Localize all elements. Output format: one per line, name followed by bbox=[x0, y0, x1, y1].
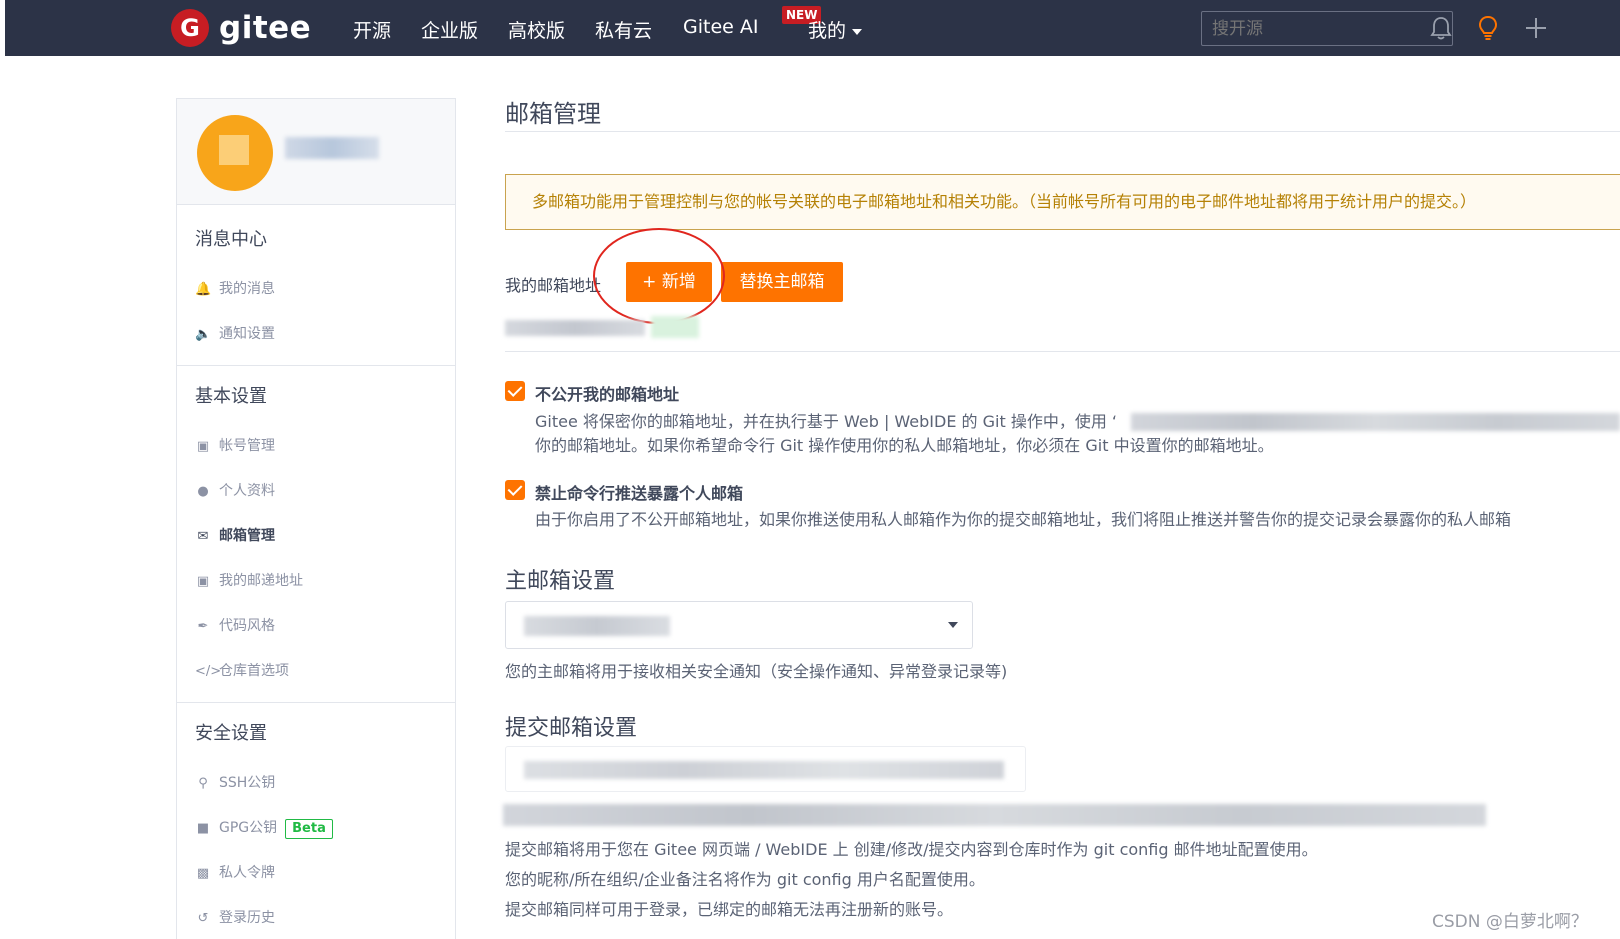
gitee-logo[interactable]: G gitee bbox=[171, 8, 311, 48]
sidebar-item-label: 登录历史 bbox=[219, 910, 275, 926]
sidebar-item-label: GPG公钥 bbox=[219, 820, 278, 836]
sidebar-item-label: 仓库首选项 bbox=[219, 663, 289, 679]
annotation-circle bbox=[593, 228, 725, 324]
sidebar-item-label: 邮箱管理 bbox=[219, 528, 275, 544]
sidebar-item-gpg[interactable]: ■ GPG公钥 Beta bbox=[177, 806, 455, 851]
sidebar-group-security: 安全设置 bbox=[195, 723, 267, 744]
blurred-selected-email bbox=[524, 616, 670, 636]
token-icon: ▩ bbox=[196, 866, 210, 881]
sidebar-item-label: SSH公钥 bbox=[219, 775, 276, 791]
replace-primary-email-button[interactable]: 替换主邮箱 bbox=[721, 262, 843, 302]
main-content: 邮箱管理 多邮箱功能用于管理控制与您的帐号关联的电子邮箱地址和相关功能。（当前帐… bbox=[503, 0, 1620, 939]
sidebar-item-repo-preferences[interactable]: </> 仓库首选项 bbox=[177, 649, 455, 694]
hide-email-checkbox[interactable] bbox=[505, 381, 525, 401]
key-icon: ⚲ bbox=[198, 776, 208, 791]
chevron-down-icon bbox=[948, 622, 958, 628]
block-push-checkbox[interactable] bbox=[505, 480, 525, 500]
sidebar-item-label: 代码风格 bbox=[219, 618, 275, 634]
sidebar-item-email[interactable]: ✉ 邮箱管理 bbox=[177, 514, 455, 559]
commit-email-help-3: 提交邮箱同样可用于登录，已绑定的邮箱无法再注册新的账号。 bbox=[505, 900, 954, 919]
code-icon: </> bbox=[195, 664, 222, 679]
beta-badge: Beta bbox=[285, 818, 333, 839]
id-card-icon: ▣ bbox=[196, 439, 210, 454]
primary-email-help: 您的主邮箱将用于接收相关安全通知（安全操作通知、异常登录记录等) bbox=[505, 662, 1008, 681]
block-push-desc: 由于你启用了不公开邮箱地址，如果你推送使用私人邮箱作为你的提交邮箱地址，我们将阻… bbox=[535, 510, 1512, 529]
commit-email-title: 提交邮箱设置 bbox=[505, 716, 638, 741]
blurred-email-address bbox=[505, 320, 645, 336]
title-divider bbox=[505, 131, 1620, 132]
hide-email-desc-line1: Gitee 将保密你的邮箱地址，并在执行基于 Web | WebIDE 的 Gi… bbox=[535, 412, 1118, 431]
gitee-logo-icon: G bbox=[171, 9, 209, 47]
csdn-watermark: CSDN @白萝北啊？ bbox=[1432, 912, 1588, 932]
sidebar-item-label: 我的邮递地址 bbox=[219, 573, 303, 589]
sidebar-item-profile[interactable]: ● 个人资料 bbox=[177, 469, 455, 514]
primary-email-select[interactable] bbox=[505, 601, 973, 649]
sidebar-item-token[interactable]: ▩ 私人令牌 bbox=[177, 851, 455, 896]
brush-icon: ✒ bbox=[197, 619, 209, 634]
commit-email-select[interactable] bbox=[505, 746, 1026, 792]
sidebar-item-ssh[interactable]: ⚲ SSH公钥 bbox=[177, 761, 455, 806]
sidebar-item-account[interactable]: ▣ 帐号管理 bbox=[177, 424, 455, 469]
avatar[interactable] bbox=[197, 115, 273, 191]
sidebar-divider bbox=[177, 365, 455, 366]
user-icon: ● bbox=[197, 484, 209, 499]
block-push-title: 禁止命令行推送暴露个人邮箱 bbox=[535, 484, 744, 503]
envelope-icon: ✉ bbox=[197, 529, 209, 544]
address-card-icon: ▣ bbox=[196, 574, 210, 589]
blurred-noreply-email bbox=[1131, 413, 1620, 431]
my-email-label: 我的邮箱地址 bbox=[505, 276, 602, 295]
sidebar-item-notification-settings[interactable]: 🔈 通知设置 bbox=[177, 312, 455, 357]
primary-email-title: 主邮箱设置 bbox=[505, 569, 616, 594]
settings-sidebar: 消息中心 🔔 我的消息 🔈 通知设置 基本设置 ▣ 帐号管理 ● 个人资料 ✉ 邮箱管理 … bbox=[176, 98, 456, 939]
lock-icon: ■ bbox=[196, 821, 210, 836]
sidebar-item-label: 个人资料 bbox=[219, 483, 275, 499]
blurred-commit-email bbox=[524, 761, 1004, 779]
sidebar-item-code-style[interactable]: ✒ 代码风格 bbox=[177, 604, 455, 649]
sidebar-item-label: 私人令牌 bbox=[219, 865, 275, 881]
section-divider bbox=[505, 351, 1620, 352]
gitee-logo-text: gitee bbox=[219, 10, 312, 46]
nav-enterprise[interactable]: 企业版 bbox=[421, 16, 478, 43]
speaker-icon: 🔈 bbox=[195, 327, 212, 342]
commit-email-help-1: 提交邮箱将用于您在 Gitee 网页端 / WebIDE 上 创建/修改/提交内… bbox=[505, 840, 1318, 859]
nav-open-source[interactable]: 开源 bbox=[353, 16, 391, 43]
sidebar-group-messages: 消息中心 bbox=[195, 229, 267, 250]
history-icon: ↺ bbox=[197, 911, 209, 926]
sidebar-item-address[interactable]: ▣ 我的邮递地址 bbox=[177, 559, 455, 604]
page-title: 邮箱管理 bbox=[505, 100, 601, 128]
hide-email-title: 不公开我的邮箱地址 bbox=[535, 385, 680, 404]
blurred-username bbox=[285, 137, 379, 159]
sidebar-item-label: 通知设置 bbox=[219, 326, 275, 342]
commit-email-help-2: 您的昵称/所在组织/企业备注名将作为 git config 用户名配置使用。 bbox=[505, 870, 985, 889]
blurred-email-tag bbox=[651, 316, 699, 338]
sidebar-item-login-history[interactable]: ↺ 登录历史 bbox=[177, 896, 455, 939]
profile-summary bbox=[177, 99, 455, 205]
sidebar-item-label: 我的消息 bbox=[219, 281, 275, 297]
info-notice: 多邮箱功能用于管理控制与您的帐号关联的电子邮箱地址和相关功能。（当前帐号所有可用… bbox=[505, 174, 1620, 230]
blurred-commit-info bbox=[503, 804, 1486, 826]
hide-email-desc-line2: 你的邮箱地址。如果你希望命令行 Git 操作使用你的私人邮箱地址，你必须在 Gi… bbox=[535, 436, 1274, 455]
sidebar-divider bbox=[177, 702, 455, 703]
sidebar-group-basic: 基本设置 bbox=[195, 386, 267, 407]
sidebar-item-label: 帐号管理 bbox=[219, 438, 275, 454]
sidebar-item-my-messages[interactable]: 🔔 我的消息 bbox=[177, 267, 455, 312]
bell-icon: 🔔 bbox=[195, 282, 212, 297]
